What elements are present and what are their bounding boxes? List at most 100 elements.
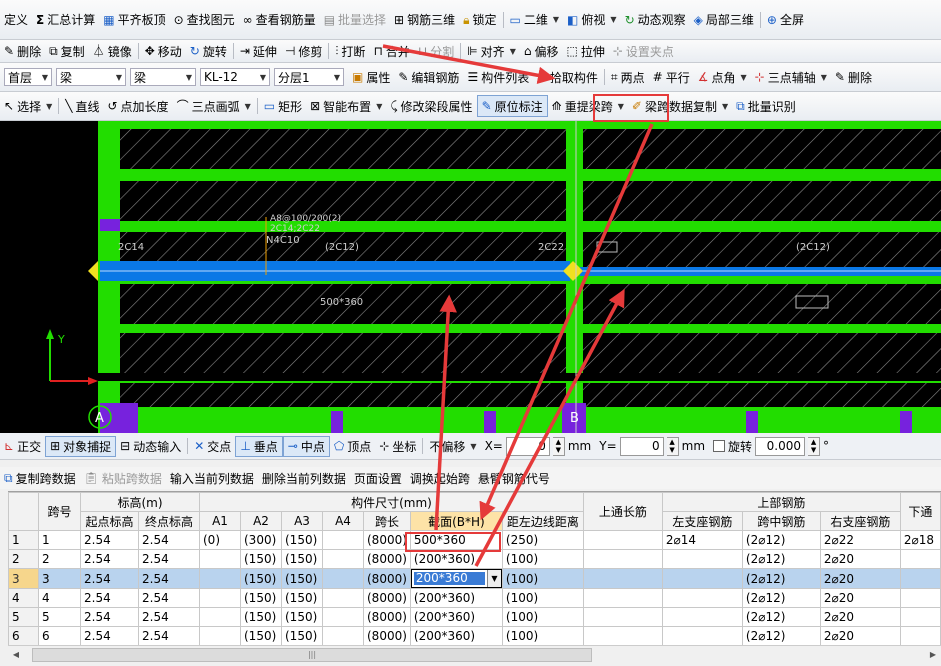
cell-left[interactable]: (100) — [501, 568, 584, 589]
cell-toplong[interactable] — [582, 568, 663, 589]
cell-a4[interactable] — [322, 626, 364, 645]
point-length-button[interactable]: ↺ 点加长度 — [103, 92, 172, 120]
cell-section[interactable]: (200*360) — [409, 626, 503, 645]
cell-bottom[interactable] — [899, 568, 941, 589]
cantilever-code-button[interactable]: 悬臂钢筋代号 — [474, 467, 554, 489]
break-button[interactable]: ⫶ 打断 — [331, 40, 369, 62]
rotate-button[interactable]: ↻ 旋转 — [186, 40, 231, 62]
rotate-spinner[interactable]: ▲ ▼ — [808, 436, 821, 456]
rotate-checkbox[interactable] — [713, 440, 726, 452]
sum-calc-button[interactable]: Σ 汇总计算 — [32, 0, 99, 39]
y-input[interactable]: 0 — [619, 436, 664, 456]
cell-toplong[interactable] — [582, 607, 663, 627]
three-point-arc-button[interactable]: ⌒ 三点画弧 ▼ — [173, 92, 255, 120]
cell-len[interactable]: (8000) — [363, 626, 411, 645]
cell-a3[interactable]: (150) — [281, 530, 323, 550]
section-edit-value[interactable]: 200*360 — [413, 572, 485, 585]
cell-len[interactable]: (8000) — [363, 607, 411, 627]
copy-button[interactable]: ⧉ 复制 — [45, 40, 89, 62]
coordinate-toggle[interactable]: ⊹ 坐标 — [375, 433, 420, 459]
extend-button[interactable]: ⇥ 延伸 — [236, 40, 281, 62]
scroll-right-icon[interactable]: ▶ — [925, 647, 941, 663]
cell-lsup[interactable] — [661, 588, 743, 608]
row-header[interactable]: 6 — [8, 626, 39, 645]
move-button[interactable]: ✥ 移动 — [141, 40, 186, 62]
define-button[interactable]: 定义 — [0, 0, 32, 39]
cell-len[interactable]: (8000) — [363, 530, 411, 550]
cell-mid[interactable]: (2⌀12) — [741, 530, 821, 550]
offset-button[interactable]: ⌂ 偏移 — [520, 40, 563, 62]
delete-col-button[interactable]: 删除当前列数据 — [258, 467, 350, 489]
layer-select[interactable]: 分层1 ▼ — [274, 68, 344, 86]
cell-rsup[interactable]: 2⌀20 — [819, 568, 901, 589]
section-edit-combo[interactable]: 200*360 ▼ — [411, 569, 502, 588]
cell-mid[interactable]: (2⌀12) — [741, 588, 821, 608]
cell-a3[interactable]: (150) — [281, 588, 323, 608]
cell-left[interactable]: (100) — [501, 588, 584, 608]
cell-len[interactable]: (8000) — [363, 568, 411, 589]
modify-span-prop-button[interactable]: ⤹ 修改梁段属性 — [386, 92, 476, 120]
table-row[interactable]: 5 5 2.54 2.54 (150) (150) (8000) (200*360) (100)… — [8, 607, 941, 627]
table-row[interactable]: 6 6 2.54 2.54 (150) (150) (8000) (200*360) (100)… — [8, 626, 941, 645]
cell-start[interactable]: 2.54 — [80, 588, 139, 608]
cell-end[interactable]: 2.54 — [138, 607, 200, 627]
cell-span[interactable]: 6 — [38, 626, 81, 645]
level-slab-button[interactable]: ▦ 平齐板顶 — [99, 0, 169, 39]
rectangle-button[interactable]: ▭ 矩形 — [260, 92, 306, 120]
table-row[interactable]: 3 3 2.54 2.54 (150) (150) (8000) 200*360 ▼ (100)(… — [8, 568, 941, 589]
rotate-input[interactable]: 0.000 — [755, 436, 806, 456]
cell-lsup[interactable]: 2⌀14 — [661, 530, 743, 550]
cell-a2[interactable]: (150) — [240, 607, 282, 627]
member-list-button[interactable]: ☰ 构件列表 — [463, 63, 533, 91]
scrollbar-thumb[interactable]: ||| — [32, 647, 592, 662]
cell-toplong[interactable] — [582, 626, 663, 645]
cell-a1[interactable] — [199, 607, 241, 627]
cell-bottom[interactable] — [899, 626, 941, 645]
horizontal-scrollbar[interactable]: ◀ ||| ▶ — [8, 645, 941, 663]
table-row[interactable]: 4 4 2.54 2.54 (150) (150) (8000) (200*360) (100)… — [8, 588, 941, 608]
row-header[interactable]: 3 — [8, 568, 39, 589]
cell-toplong[interactable] — [582, 549, 663, 569]
x-spinner[interactable]: ▲ ▼ — [552, 436, 565, 456]
cell-bottom[interactable]: 2⌀18 — [899, 530, 941, 550]
top-view-button[interactable]: ◧ 俯视 ▼ — [563, 0, 621, 39]
mirror-button[interactable]: ⏃ 镜像 — [89, 40, 136, 62]
cell-len[interactable]: (8000) — [363, 588, 411, 608]
local-3d-button[interactable]: ◈ 局部三维 — [690, 0, 758, 39]
line-button[interactable]: ╲ 直线 — [61, 92, 103, 120]
cell-span[interactable]: 1 — [38, 530, 81, 550]
cell-a2[interactable]: (150) — [240, 626, 282, 645]
cell-a4[interactable] — [322, 530, 364, 550]
cell-toplong[interactable] — [582, 588, 663, 608]
cell-mid[interactable]: (2⌀12) — [741, 607, 821, 627]
cell-section[interactable]: (200*360) — [409, 588, 503, 608]
scroll-left-icon[interactable]: ◀ — [8, 647, 24, 663]
table-row[interactable]: 2 2 2.54 2.54 (150) (150) (8000) (200*360) (100)… — [8, 549, 941, 569]
split-button[interactable]: ⊔ 分割 — [414, 40, 458, 62]
cell-a1[interactable] — [199, 626, 241, 645]
cell-bottom[interactable] — [899, 588, 941, 608]
cell-rsup[interactable]: 2⌀20 — [819, 626, 901, 645]
dynamic-input-toggle[interactable]: ⊟ 动态输入 — [116, 433, 185, 459]
paste-span-data-button[interactable]: 📋︎ 粘贴跨数据 — [80, 467, 166, 489]
rebar-3d-button[interactable]: ⊞ 钢筋三维 — [390, 0, 459, 39]
batch-select-button[interactable]: ▤ 批量选择 — [320, 0, 390, 39]
cell-rsup[interactable]: 2⌀20 — [819, 607, 901, 627]
parallel-button[interactable]: # 平行 — [649, 63, 694, 91]
cell-mid[interactable]: (2⌀12) — [741, 626, 821, 645]
cell-a3[interactable]: (150) — [281, 607, 323, 627]
cell-end[interactable]: 2.54 — [138, 588, 200, 608]
in-situ-label-button[interactable]: ✎ 原位标注 — [476, 95, 548, 117]
row-header[interactable]: 1 — [8, 530, 39, 550]
cell-start[interactable]: 2.54 — [80, 607, 139, 627]
cell-len[interactable]: (8000) — [363, 549, 411, 569]
lock-button[interactable]: 🔒︎ 锁定 — [459, 0, 500, 39]
merge-button[interactable]: ⊓ 合并 — [369, 40, 413, 62]
align-button[interactable]: ⊫ 对齐 ▼ — [463, 40, 520, 62]
cell-span[interactable]: 3 — [38, 568, 81, 589]
cell-toplong[interactable] — [582, 530, 663, 550]
cell-span[interactable]: 5 — [38, 607, 81, 627]
stretch-button[interactable]: ⬚ 拉伸 — [562, 40, 608, 62]
cell-lsup[interactable] — [661, 549, 743, 569]
object-snap-toggle[interactable]: ⊞ 对象捕捉 — [45, 435, 117, 457]
